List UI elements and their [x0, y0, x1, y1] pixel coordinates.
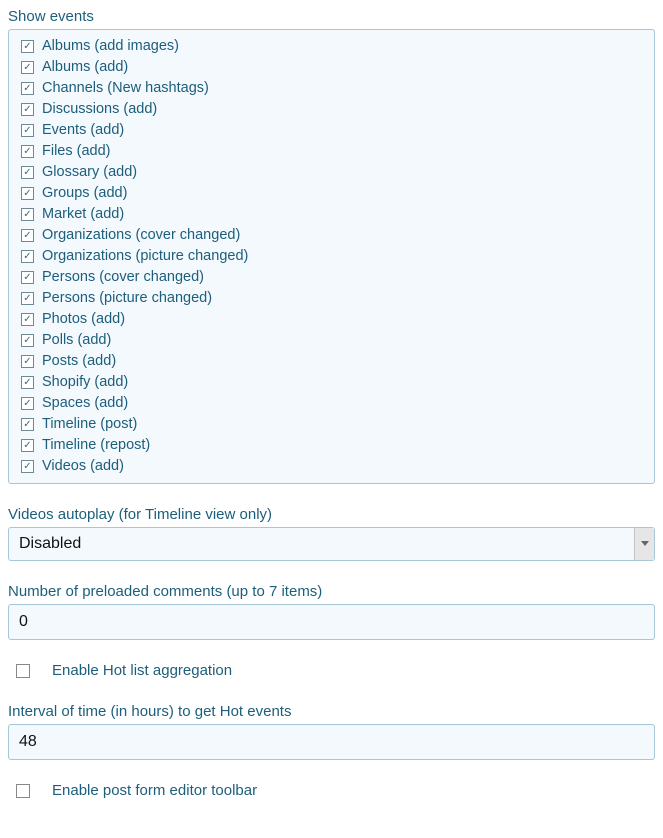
event-label: Shopify (add)	[42, 372, 128, 393]
event-label: Persons (cover changed)	[42, 267, 204, 288]
event-checkbox[interactable]	[21, 418, 34, 431]
videos-autoplay-select[interactable]: Disabled	[8, 527, 655, 561]
event-label: Organizations (picture changed)	[42, 246, 248, 267]
event-checkbox[interactable]	[21, 376, 34, 389]
event-row: Shopify (add)	[21, 372, 642, 393]
event-checkbox[interactable]	[21, 40, 34, 53]
preloaded-comments-input[interactable]	[8, 604, 655, 640]
event-row: Polls (add)	[21, 330, 642, 351]
preloaded-comments-label: Number of preloaded comments (up to 7 it…	[8, 583, 655, 600]
event-row: Organizations (picture changed)	[21, 246, 642, 267]
event-label: Events (add)	[42, 120, 124, 141]
event-label: Spaces (add)	[42, 393, 128, 414]
event-checkbox[interactable]	[21, 208, 34, 221]
event-label: Persons (picture changed)	[42, 288, 212, 309]
event-row: Organizations (cover changed)	[21, 225, 642, 246]
event-checkbox[interactable]	[21, 397, 34, 410]
event-label: Market (add)	[42, 204, 124, 225]
event-row: Files (add)	[21, 141, 642, 162]
event-checkbox[interactable]	[21, 250, 34, 263]
event-row: Channels (New hashtags)	[21, 78, 642, 99]
event-row: Groups (add)	[21, 183, 642, 204]
event-row: Events (add)	[21, 120, 642, 141]
event-checkbox[interactable]	[21, 313, 34, 326]
event-label: Timeline (post)	[42, 414, 137, 435]
event-label: Videos (add)	[42, 456, 124, 477]
event-checkbox[interactable]	[21, 355, 34, 368]
videos-autoplay-label: Videos autoplay (for Timeline view only)	[8, 506, 655, 523]
event-row: Spaces (add)	[21, 393, 642, 414]
event-row: Timeline (post)	[21, 414, 642, 435]
event-label: Albums (add)	[42, 57, 128, 78]
event-label: Channels (New hashtags)	[42, 78, 209, 99]
event-checkbox[interactable]	[21, 271, 34, 284]
interval-input[interactable]	[8, 724, 655, 760]
event-row: Albums (add)	[21, 57, 642, 78]
event-row: Persons (cover changed)	[21, 267, 642, 288]
event-row: Videos (add)	[21, 456, 642, 477]
show-events-box: Albums (add images)Albums (add)Channels …	[8, 29, 655, 484]
event-checkbox[interactable]	[21, 145, 34, 158]
event-label: Organizations (cover changed)	[42, 225, 240, 246]
event-checkbox[interactable]	[21, 334, 34, 347]
enable-hot-list-checkbox[interactable]	[16, 664, 30, 678]
event-checkbox[interactable]	[21, 439, 34, 452]
videos-autoplay-value: Disabled	[9, 528, 634, 560]
enable-toolbar-label: Enable post form editor toolbar	[52, 782, 257, 799]
event-checkbox[interactable]	[21, 292, 34, 305]
event-row: Posts (add)	[21, 351, 642, 372]
event-checkbox[interactable]	[21, 103, 34, 116]
event-label: Timeline (repost)	[42, 435, 150, 456]
event-label: Posts (add)	[42, 351, 116, 372]
event-row: Market (add)	[21, 204, 642, 225]
event-checkbox[interactable]	[21, 229, 34, 242]
chevron-down-icon	[634, 528, 654, 560]
event-row: Persons (picture changed)	[21, 288, 642, 309]
event-checkbox[interactable]	[21, 460, 34, 473]
event-row: Albums (add images)	[21, 36, 642, 57]
event-checkbox[interactable]	[21, 61, 34, 74]
enable-hot-list-label: Enable Hot list aggregation	[52, 662, 232, 679]
event-checkbox[interactable]	[21, 82, 34, 95]
event-label: Glossary (add)	[42, 162, 137, 183]
enable-toolbar-checkbox[interactable]	[16, 784, 30, 798]
event-label: Polls (add)	[42, 330, 111, 351]
event-checkbox[interactable]	[21, 187, 34, 200]
event-checkbox[interactable]	[21, 166, 34, 179]
event-row: Discussions (add)	[21, 99, 642, 120]
event-row: Timeline (repost)	[21, 435, 642, 456]
event-row: Glossary (add)	[21, 162, 642, 183]
event-label: Files (add)	[42, 141, 111, 162]
event-label: Groups (add)	[42, 183, 127, 204]
event-checkbox[interactable]	[21, 124, 34, 137]
event-label: Albums (add images)	[42, 36, 179, 57]
interval-label: Interval of time (in hours) to get Hot e…	[8, 703, 655, 720]
event-row: Photos (add)	[21, 309, 642, 330]
event-label: Photos (add)	[42, 309, 125, 330]
event-label: Discussions (add)	[42, 99, 157, 120]
show-events-label: Show events	[8, 8, 655, 25]
